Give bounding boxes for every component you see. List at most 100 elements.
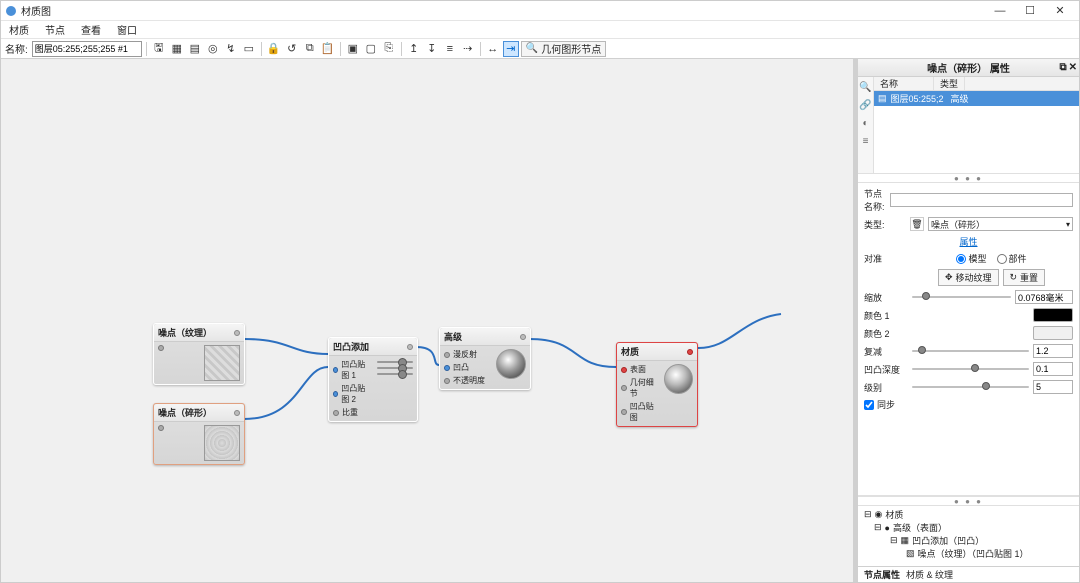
node-noise-texture[interactable]: 噪点（纹理） <box>153 323 245 385</box>
level-label: 级别 <box>864 381 908 394</box>
name-input[interactable] <box>32 41 142 57</box>
tree-row[interactable]: ⊟●高级（表面） <box>864 521 1073 534</box>
noise-preview <box>204 345 240 381</box>
link-icon[interactable]: ⇢ <box>460 41 476 57</box>
node-graph-canvas[interactable]: 噪点（纹理） 噪点（碎形） 凹凸添加 <box>1 59 857 582</box>
list-cell-name: 图层05:255;2 <box>891 92 947 105</box>
menu-materials[interactable]: 材质 <box>5 21 33 38</box>
fit-icon[interactable]: ▭ <box>241 41 257 57</box>
quick-icon[interactable]: ⇥ <box>503 41 519 57</box>
group-icon[interactable]: ▣ <box>345 41 361 57</box>
close-panel-icon[interactable]: ✕ <box>1069 62 1077 73</box>
node-noise-fractal[interactable]: 噪点（碎形） <box>153 403 245 465</box>
level-value[interactable] <box>1033 380 1073 394</box>
material-preview <box>664 364 693 394</box>
panel-splitter[interactable]: ● ● ● <box>858 173 1079 183</box>
vtab-globe-icon[interactable]: ◐ <box>860 117 872 129</box>
node-title: 噪点（纹理） <box>158 326 212 339</box>
expand-icon[interactable]: ↧ <box>424 41 440 57</box>
tree-row[interactable]: ⊟▦凹凸添加（凹凸） <box>864 534 1073 547</box>
color1-label: 颜色 1 <box>864 309 906 322</box>
bump-icon: ▦ <box>901 535 910 546</box>
node-type-label: 几何图形节点 <box>541 41 601 56</box>
menu-window[interactable]: 窗口 <box>113 21 141 38</box>
properties-panel: 噪点（碎形） 属性 ⧉✕ 🔍 🔗 ◐ ≡ 名称 类型 ▤ <box>857 59 1079 582</box>
lock-icon[interactable]: 🔒 <box>266 41 282 57</box>
pop-out-icon[interactable]: ⧉ <box>1059 62 1066 73</box>
vtab-link-icon[interactable]: 🔗 <box>860 99 872 111</box>
collapse-icon[interactable]: ⊟ <box>890 535 898 546</box>
reset-button[interactable]: ↻重置 <box>1003 269 1046 286</box>
properties-link[interactable]: 属性 <box>959 235 977 248</box>
list-row[interactable]: ▤ 图层05:255;2 高级 <box>874 91 1079 106</box>
snap-icon[interactable]: ↯ <box>223 41 239 57</box>
align-icon[interactable]: ≡ <box>442 41 458 57</box>
vtab-search-icon[interactable]: 🔍 <box>860 81 872 93</box>
branch-icon[interactable]: ⎘ <box>381 41 397 57</box>
grid-icon[interactable]: ▤ <box>187 41 203 57</box>
menu-nodes[interactable]: 节点 <box>41 21 69 38</box>
node-type-button[interactable]: 🔍几何图形节点 <box>521 41 606 57</box>
radio-model[interactable]: 模型 <box>956 252 986 265</box>
collapse-icon[interactable]: ⊟ <box>864 509 872 520</box>
save-icon[interactable]: 🖫 <box>151 41 167 57</box>
material-icon: ◉ <box>875 509 883 520</box>
tree-row[interactable]: ▧噪点（纹理）（凹凸贴图 1） <box>864 547 1073 560</box>
node-bump-add[interactable]: 凹凸添加 凹凸贴图 1 凹凸贴图 2 比重 <box>328 337 418 422</box>
move-texture-button[interactable]: ✥移动纹理 <box>938 269 999 286</box>
port-label: 不透明度 <box>453 375 485 386</box>
layout-icon[interactable]: ▦ <box>169 41 185 57</box>
depth-slider[interactable] <box>912 368 1029 370</box>
node-title: 材质 <box>621 345 639 358</box>
align-label: 对准 <box>864 252 906 265</box>
list-cell-type: 高级 <box>951 92 969 105</box>
scale-slider[interactable] <box>912 296 1011 298</box>
history-icon[interactable]: ↺ <box>284 41 300 57</box>
node-title: 凹凸添加 <box>333 340 369 353</box>
tree-row[interactable]: ⊟◉材质 <box>864 508 1073 521</box>
cursor-icon[interactable]: ↔ <box>485 41 501 57</box>
copy-icon[interactable]: ⧉ <box>302 41 318 57</box>
sync-label: 同步 <box>877 398 895 411</box>
factor-value[interactable] <box>1033 344 1073 358</box>
panel-splitter-2[interactable]: ● ● ● <box>858 496 1079 506</box>
paste-icon[interactable]: 📋 <box>320 41 336 57</box>
search-icon: 🔍 <box>526 43 538 54</box>
app-icon <box>5 5 17 17</box>
titlebar: 材质图 — ☐ ✕ <box>1 1 1079 21</box>
color1-swatch[interactable] <box>1033 308 1073 322</box>
menu-view[interactable]: 查看 <box>77 21 105 38</box>
focus-icon[interactable]: ◎ <box>205 41 221 57</box>
radio-part[interactable]: 部件 <box>997 252 1027 265</box>
collapse-icon[interactable]: ↥ <box>406 41 422 57</box>
maximize-button[interactable]: ☐ <box>1015 2 1045 20</box>
scale-value[interactable] <box>1015 290 1073 304</box>
sync-checkbox[interactable] <box>864 400 874 410</box>
col-type[interactable]: 类型 <box>934 77 965 90</box>
node-name-input[interactable] <box>890 193 1073 207</box>
tab-node-properties[interactable]: 节点属性 <box>864 568 900 581</box>
node-advanced[interactable]: 高级 漫反射 凹凸 不透明度 <box>439 327 531 390</box>
node-material[interactable]: 材质 表面 几何细节 凹凸贴图 <box>616 342 698 427</box>
vtab-list-icon[interactable]: ≡ <box>860 135 872 147</box>
color2-swatch[interactable] <box>1033 326 1073 340</box>
ungroup-icon[interactable]: ▢ <box>363 41 379 57</box>
close-button[interactable]: ✕ <box>1045 2 1075 20</box>
depth-value[interactable] <box>1033 362 1073 376</box>
tab-material-texture[interactable]: 材质 & 纹理 <box>906 568 953 581</box>
delete-icon[interactable]: 🗑 <box>910 217 924 231</box>
level-slider[interactable] <box>912 386 1029 388</box>
type-select[interactable]: 噪点（碎形） <box>928 217 1073 231</box>
color2-label: 颜色 2 <box>864 327 906 340</box>
move-icon: ✥ <box>945 272 953 283</box>
panel-title: 噪点（碎形） 属性 <box>927 60 1010 75</box>
factor-label: 复减 <box>864 345 908 358</box>
col-name[interactable]: 名称 <box>874 77 934 90</box>
factor-slider[interactable] <box>912 350 1029 352</box>
minimize-button[interactable]: — <box>985 2 1015 20</box>
collapse-icon[interactable]: ⊟ <box>874 522 882 533</box>
port-label: 漫反射 <box>453 349 477 360</box>
port-label: 凹凸贴图 2 <box>341 383 372 405</box>
depth-label: 凹凸深度 <box>864 363 908 376</box>
name-label: 名称: <box>5 41 28 56</box>
